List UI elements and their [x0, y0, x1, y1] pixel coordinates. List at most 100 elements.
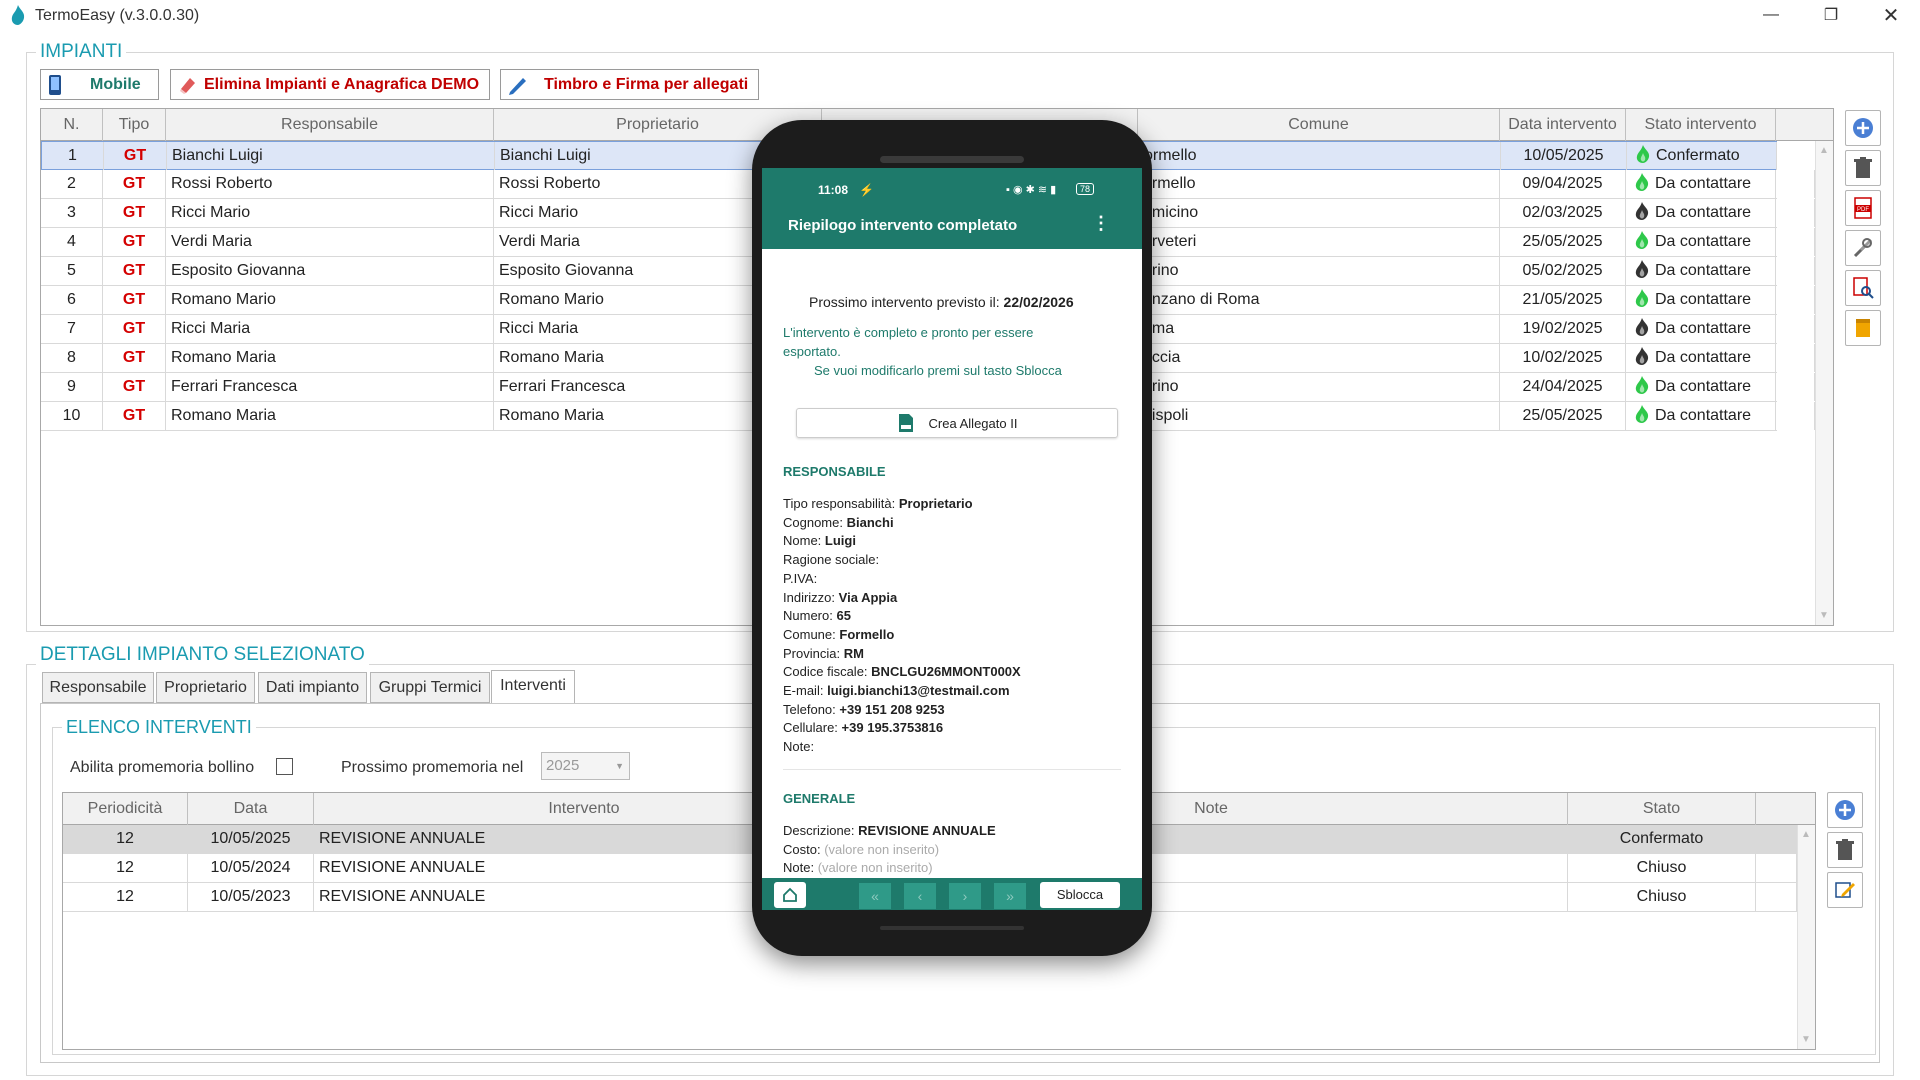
scroll-up-icon[interactable]: ▲: [1801, 829, 1811, 840]
abilita-promemoria-label: Abilita promemoria bollino: [70, 759, 255, 776]
sblocca-button[interactable]: Sblocca: [1040, 882, 1120, 908]
stato-text: Da contattare: [1655, 349, 1752, 366]
stato-text: Da contattare: [1655, 204, 1752, 221]
col-header-data[interactable]: Data: [188, 793, 314, 825]
responsabile-field: Indirizzo: Via Appia: [783, 590, 897, 605]
impianti-scrollbar[interactable]: ▲ ▼: [1815, 141, 1833, 625]
mobile-button[interactable]: Mobile: [40, 69, 159, 100]
col-header-n[interactable]: N.: [41, 109, 103, 141]
cell-empty: [1776, 199, 1815, 227]
phone-app-bar: 11:08 ⚡ ▪ ◉ ✱ ≋ ▮ 78 Riepilogo intervent…: [762, 168, 1142, 249]
search-document-button[interactable]: [1845, 270, 1881, 306]
field-value: Proprietario: [898, 496, 973, 511]
trash-icon: [1836, 839, 1854, 860]
cell-n: 7: [41, 315, 103, 343]
cell-empty: [1756, 825, 1797, 853]
add-impianto-button[interactable]: [1845, 110, 1881, 146]
flame-status-icon: [1635, 260, 1649, 278]
cell-empty: [1756, 883, 1797, 911]
edit-intervento-button[interactable]: [1827, 872, 1863, 908]
plus-circle-icon: [1835, 800, 1855, 820]
add-intervento-button[interactable]: [1827, 792, 1863, 828]
cell-empty: [1776, 286, 1815, 314]
stato-text: Da contattare: [1655, 378, 1752, 395]
cell-empty: [1776, 344, 1815, 372]
scroll-down-icon[interactable]: ▼: [1819, 610, 1829, 621]
cell-tipo: GT: [103, 344, 166, 372]
cell-tipo: GT: [103, 373, 166, 401]
cell-tipo: GT: [103, 286, 166, 314]
home-button[interactable]: [774, 882, 806, 908]
responsabile-field: Nome: Luigi: [783, 533, 856, 548]
responsabile-field: E-mail: luigi.bianchi13@testmail.com: [783, 683, 1010, 698]
cell-n: 6: [41, 286, 103, 314]
cell-resp: Ricci Mario: [166, 199, 494, 227]
archive-button[interactable]: [1845, 310, 1881, 346]
cell-n: 10: [41, 402, 103, 430]
year-select[interactable]: 2025 ▼: [541, 752, 630, 780]
cell-tipo: GT: [103, 228, 166, 256]
cell-empty: [1756, 854, 1797, 882]
col-header-stato[interactable]: Stato: [1568, 793, 1756, 825]
restore-button[interactable]: ❐: [1808, 0, 1854, 30]
scroll-up-icon[interactable]: ▲: [1819, 145, 1829, 156]
tab-proprietario[interactable]: Proprietario: [156, 672, 255, 703]
cell-empty: [1776, 170, 1815, 198]
cell-empty: [1776, 315, 1815, 343]
last-record-icon[interactable]: »: [994, 883, 1026, 909]
cell-comune: riccia: [1138, 344, 1500, 372]
close-button[interactable]: ✕: [1868, 0, 1914, 30]
abilita-promemoria-checkbox[interactable]: [276, 758, 293, 775]
col-header-data-intervento[interactable]: Data intervento: [1500, 109, 1626, 141]
flame-status-icon: [1635, 318, 1649, 336]
tab-interventi[interactable]: Interventi: [491, 670, 575, 704]
status-message-line2: esportato.: [783, 344, 841, 359]
delete-intervento-button[interactable]: [1827, 832, 1863, 868]
impianti-title: IMPIANTI: [36, 41, 127, 63]
more-menu-icon[interactable]: ⋮: [1092, 213, 1110, 234]
phone-speaker: [880, 156, 1024, 163]
cell-data: 09/04/2025: [1500, 170, 1626, 198]
next-record-icon[interactable]: ›: [949, 883, 981, 909]
tools-button[interactable]: [1845, 230, 1881, 266]
cell-stato: Da contattare: [1626, 170, 1776, 198]
previous-record-icon[interactable]: ‹: [904, 883, 936, 909]
stato-text: Da contattare: [1655, 320, 1752, 337]
col-header-responsabile[interactable]: Responsabile: [166, 109, 494, 141]
tab-gruppi-termici[interactable]: Gruppi Termici: [370, 672, 490, 703]
timbro-firma-button[interactable]: Timbro e Firma per allegati: [500, 69, 759, 100]
col-header-stato-intervento[interactable]: Stato intervento: [1626, 109, 1776, 141]
field-label: Numero:: [783, 608, 833, 624]
cell-comune: oma: [1138, 315, 1500, 343]
field-value: Bianchi: [846, 514, 894, 530]
cell-resp: Romano Maria: [166, 344, 494, 372]
flame-status-icon: [1635, 289, 1649, 307]
interventi-scrollbar[interactable]: ▲ ▼: [1797, 825, 1815, 1049]
cell-stato: Da contattare: [1626, 402, 1776, 430]
delete-impianto-button[interactable]: [1845, 150, 1881, 186]
first-record-icon[interactable]: «: [859, 883, 891, 909]
field-value: (valore non inserito): [817, 860, 933, 876]
prossimo-intervento-label: Prossimo intervento previsto il:: [809, 294, 1000, 310]
cell-tipo: GT: [103, 199, 166, 227]
field-value: Via Appia: [838, 589, 898, 605]
col-header-comune[interactable]: Comune: [1138, 109, 1500, 141]
tab-dati-impianto[interactable]: Dati impianto: [258, 672, 367, 703]
battery-indicator: 78: [1076, 183, 1095, 195]
scroll-down-icon[interactable]: ▼: [1801, 1034, 1811, 1045]
minimize-button[interactable]: —: [1748, 0, 1794, 30]
home-icon: [783, 887, 797, 902]
cell-n: 5: [41, 257, 103, 285]
crea-allegato-button[interactable]: Crea Allegato II: [796, 408, 1118, 438]
export-pdf-button[interactable]: PDF: [1845, 190, 1881, 226]
tab-responsabile[interactable]: Responsabile: [42, 672, 154, 703]
cell-per: 12: [63, 883, 188, 911]
elimina-demo-button[interactable]: Elimina Impianti e Anagrafica DEMO: [170, 69, 490, 100]
col-header-periodicita[interactable]: Periodicità: [63, 793, 188, 825]
cell-data: 19/02/2025: [1500, 315, 1626, 343]
col-header-tipo[interactable]: Tipo: [103, 109, 166, 141]
generale-field: Costo: (valore non inserito): [783, 842, 939, 857]
flame-status-icon: [1636, 145, 1650, 163]
field-label: Descrizione:: [783, 823, 855, 838]
cell-data: 24/04/2025: [1500, 373, 1626, 401]
